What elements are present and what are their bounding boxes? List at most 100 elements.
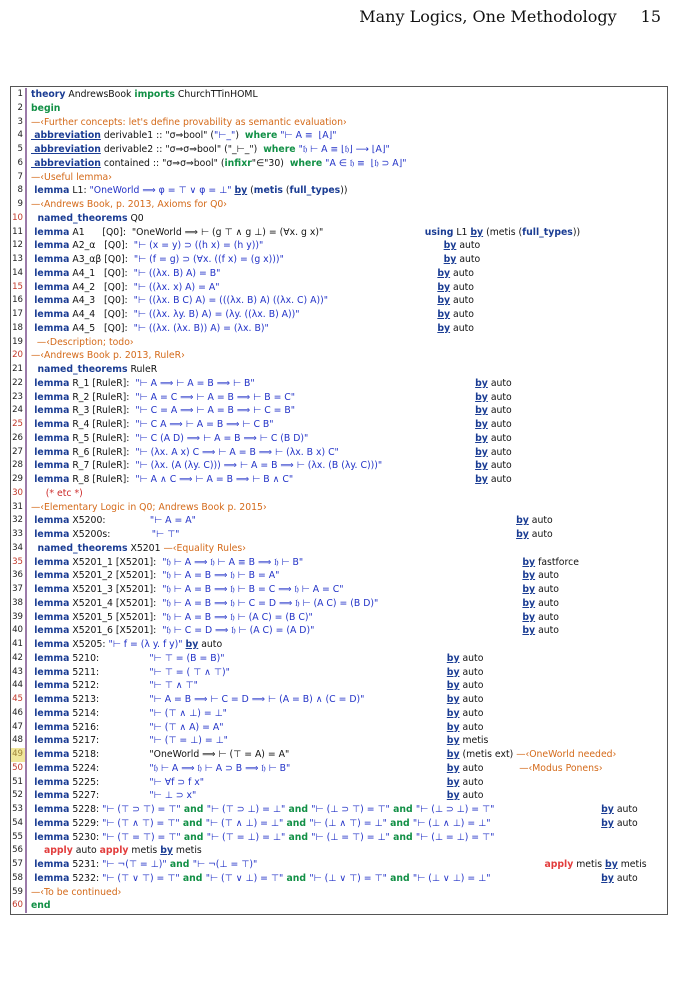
line-code: lemma A4_1 [Q0]: "⊢ ((λx. B) A) = B" (31, 267, 220, 281)
code-token: R_4 [RuleR]: (69, 419, 136, 430)
line-number: 23 (11, 390, 27, 405)
code-token: "𝔥 ⊢ C = D ⟹ 𝔥 ⊢ (A C) = (A D)" (162, 625, 315, 637)
code-token: lemma (31, 267, 70, 279)
line-code: lemma R_6 [RuleR]: "⊢ (λx. A x) C ⟹ ⊢ A … (31, 446, 339, 460)
code-token: X5200s: (69, 529, 152, 540)
line-number: 11 (11, 225, 27, 240)
line-code: lemma R_8 [RuleR]: "⊢ A ∧ C ⟹ ⊢ A = B ⟹ … (31, 473, 293, 487)
proof-method: by fastforce (522, 556, 579, 570)
code-token: "⊢ ¬(⊥ = ⊤)" (192, 859, 258, 870)
code-token: where (263, 144, 296, 155)
code-token: lemma (31, 859, 70, 870)
line-number: 17 (11, 308, 27, 322)
line-code: lemma R_5 [RuleR]: "⊢ C (A D) ⟹ ⊢ A = B … (31, 432, 308, 446)
code-token: theory (31, 89, 66, 100)
line-number: 47 (11, 720, 27, 735)
code-token: "⊢ C = A ⟹ ⊢ A = B ⟹ ⊢ C = B" (135, 405, 296, 417)
code-token: (metis ( (483, 226, 523, 238)
code-token: by (516, 529, 529, 540)
line-number: 28 (11, 459, 27, 473)
code-token: auto (528, 515, 553, 527)
code-token: "⊢ ⊥ ⊃ x" (149, 790, 197, 802)
code-token: —‹Andrews Book p. 2013, RuleR› (31, 350, 185, 362)
code-line: 2 begin (11, 101, 667, 116)
code-token: by (522, 597, 536, 609)
code-token: auto (613, 804, 638, 815)
code-line: 57 lemma 5231: "⊢ ¬(⊤ = ⊥)" and "⊢ ¬(⊥ =… (11, 858, 667, 872)
code-token: 5224: (69, 762, 150, 774)
proof-method: by auto (447, 721, 484, 735)
line-code: abbreviation derivable2 :: "σ⇒σ⇒bool" ("… (31, 143, 390, 157)
line-code: lemma A2_α [Q0]: "⊢ (x = y) ⊃ ((h x) = (… (31, 239, 263, 253)
code-token: —‹Elementary Logic in Q0; Andrews Book p… (31, 501, 267, 513)
code-token: begin (31, 102, 61, 114)
code-token: "⊢ A = C ⟹ ⊢ A = B ⟹ ⊢ B = C" (135, 391, 296, 403)
code-line: 11 lemma A1 [Q0]: "OneWorld ⟹ ⊢ (g ⊤ ∧ g… (11, 225, 667, 240)
code-token: "⊢ A = A" (149, 515, 196, 527)
code-line: 29 lemma R_8 [RuleR]: "⊢ A ∧ C ⟹ ⊢ A = B… (11, 473, 667, 487)
code-token: "𝔥 ⊢ A = B ⟹ 𝔥 ⊢ C = D ⟹ 𝔥 ⊢ (A C) = (B … (162, 597, 379, 609)
code-token: lemma (31, 570, 70, 582)
code-token: abbreviation (31, 144, 101, 155)
line-number: 52 (11, 789, 27, 803)
code-token: "𝔥 ⊢ A ⟹ 𝔥 ⊢ A ≡ B ⟹ 𝔥 ⊢ B" (162, 556, 304, 568)
code-token: A3_αβ [Q0]: (69, 254, 134, 265)
code-line: 7 —‹Useful lemma› (11, 170, 667, 185)
code-token: "⊢ (⊤ ⊃ ⊤) = ⊤" (102, 804, 181, 815)
code-token: by (605, 859, 618, 870)
line-number: 21 (11, 363, 27, 377)
code-token: auto (487, 432, 512, 444)
code-token: named_theorems (31, 212, 128, 224)
line-number: 9 (11, 198, 27, 212)
code-token: auto (535, 584, 559, 595)
code-token: auto (459, 666, 484, 678)
line-code: lemma R_1 [RuleR]: "⊢ A ⟹ ⊢ A = B ⟹ ⊢ B" (31, 377, 254, 391)
code-token: metis (172, 845, 202, 857)
code-token: by (446, 652, 460, 664)
code-token: lemma (31, 804, 70, 815)
code-token: lemma (31, 790, 70, 802)
line-number: 15 (11, 280, 27, 295)
proof-method: by auto (475, 459, 512, 473)
code-token: where (244, 130, 278, 142)
code-token: "⊢_" (214, 130, 236, 142)
code-token: "⊢ (⊤ ∨ ⊥) = ⊤" (205, 872, 284, 884)
code-token: R_3 [RuleR]: (69, 405, 136, 417)
code-token: contained :: "σ⇒σ⇒bool" ( (100, 157, 225, 169)
code-token: by (160, 845, 173, 857)
code-token: by (522, 611, 536, 623)
line-number: 25 (11, 418, 27, 432)
line-code: lemma A4_4 [Q0]: "⊢ ((λx. λy. B) A) = (λ… (31, 308, 299, 322)
code-token: X5201_3 [X5201]: (69, 584, 163, 595)
code-token: by (446, 790, 460, 802)
code-token: "𝔥 ⊢ A ≡ ⌊𝔥⌋ ⟶ ⌊A⌋" (295, 144, 390, 155)
line-code: lemma 5211: "⊢ ⊤ = ( ⊤ ∧ ⊤)" (31, 666, 230, 680)
code-token: lemma (31, 597, 70, 609)
code-token: metis (617, 859, 647, 870)
code-line: 15 lemma A4_2 [Q0]: "⊢ ((λx. x) A) = A" b… (11, 280, 667, 295)
line-code: lemma R_2 [RuleR]: "⊢ A = C ⟹ ⊢ A = B ⟹ … (31, 391, 295, 405)
proof-method: by auto (437, 281, 474, 295)
proof-method: by auto (475, 446, 512, 460)
code-token: A4_1 [Q0]: (69, 267, 134, 279)
line-code: theory AndrewsBook imports ChurchTTinHOM… (31, 88, 258, 102)
code-token: "⊢ (⊤ ⊃ ⊥) = ⊥" (206, 804, 286, 815)
line-number: 37 (11, 583, 27, 597)
line-number: 58 (11, 871, 27, 886)
code-token: by (185, 639, 199, 650)
line-number: 6 (11, 156, 27, 171)
code-line: 33 lemma X5200s: "⊢ ⊤" by auto (11, 528, 667, 542)
code-line: 18 lemma A4_5 [Q0]: "⊢ ((λx. (λx. B)) A)… (11, 321, 667, 336)
code-token: (* etc *) (31, 487, 83, 499)
code-token: lemma (31, 817, 70, 829)
code-token: lemma (31, 762, 70, 774)
code-token: lemma (31, 831, 70, 843)
code-token: "⊢ f = (λ y. f y)" (108, 639, 183, 650)
code-token: "⊢ A = B ⟹ ⊢ C = D ⟹ ⊢ (A = B) ∧ (C = D)… (149, 694, 365, 705)
code-token: lemma (31, 515, 70, 527)
line-number: 54 (11, 816, 27, 831)
code-token: by (475, 391, 488, 403)
code-token: A2_α [Q0]: (69, 240, 134, 252)
code-line: 54 lemma 5229: "⊢ (⊤ ∧ ⊤) = ⊤" and "⊢ (⊤… (11, 816, 667, 831)
proof-method: by auto (444, 253, 481, 267)
